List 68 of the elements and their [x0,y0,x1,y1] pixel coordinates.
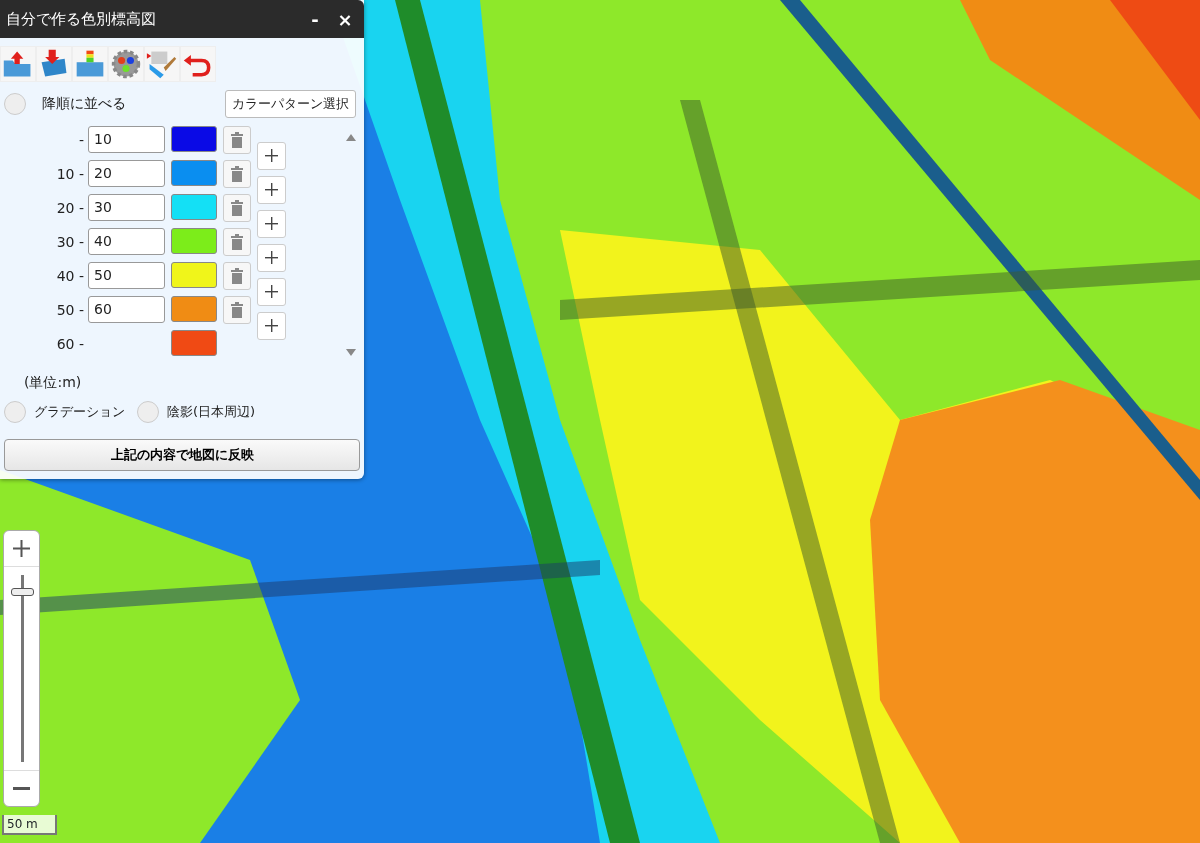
delete-button[interactable] [223,159,251,188]
sort-label: 降順に並べる [42,94,127,114]
plus-icon [265,217,278,230]
trash-icon [231,199,243,216]
window-title: 自分で作る色別標高図 [6,8,157,30]
minimize-button[interactable]: - [302,5,328,33]
color-gear-button[interactable] [108,46,144,82]
plus-icon [265,251,278,264]
color-swatch[interactable] [171,227,217,254]
plus-icon [13,540,30,557]
plus-icon [265,149,278,162]
color-swatch[interactable] [171,159,217,186]
color-swatch[interactable] [171,193,217,220]
color-swatch[interactable] [171,329,217,356]
scroll-down-icon [346,348,356,356]
add-button[interactable] [257,175,286,204]
color-box-button[interactable] [72,46,108,82]
undo-button[interactable] [180,46,216,82]
plus-icon [265,183,278,196]
delete-button[interactable] [223,125,251,154]
range-label: 40 - [55,266,85,286]
range-label: - [77,130,85,150]
trash-icon [231,267,243,284]
scroll-up-icon [346,133,356,141]
option-label: グラデーション [34,402,125,421]
add-button[interactable] [257,141,286,170]
scale-bar: 50 m [2,815,57,835]
trash-icon [231,165,243,182]
minus-icon [13,787,30,790]
range-input[interactable]: 60 [88,295,165,323]
range-input[interactable]: 50 [88,261,165,289]
color-swatch[interactable] [171,261,217,288]
delete-button[interactable] [223,193,251,222]
add-button[interactable] [257,243,286,272]
color-pattern-button[interactable]: カラーパターン選択 [225,90,356,118]
trash-icon [231,301,243,318]
trash-icon [231,233,243,250]
unit-label: (単位:m) [23,372,83,392]
range-input[interactable]: 20 [88,159,165,187]
range-label: 30 - [55,232,85,252]
add-button[interactable] [257,209,286,238]
plus-icon [265,285,278,298]
plus-icon [265,319,278,332]
option-radio[interactable] [4,400,26,423]
add-button[interactable] [257,277,286,306]
option-label: 陰影(日本周辺) [167,402,256,421]
paint-brush-button[interactable] [144,46,180,82]
range-label: 60 - [55,334,85,354]
slider-thumb[interactable] [11,587,34,596]
range-input[interactable]: 30 [88,193,165,221]
trash-icon [231,131,243,148]
delete-button[interactable] [223,227,251,256]
sort-radio[interactable] [4,92,26,115]
delete-button[interactable] [223,295,251,324]
color-swatch[interactable] [171,125,217,152]
close-button[interactable]: × [332,5,358,33]
delete-button[interactable] [223,261,251,290]
range-input[interactable]: 40 [88,227,165,255]
apply-button[interactable]: 上記の内容で地図に反映 [4,438,360,471]
range-label: 20 - [55,198,85,218]
range-label: 10 - [55,164,85,184]
option-radio[interactable] [137,400,159,423]
range-input[interactable]: 10 [88,125,165,153]
range-label: 50 - [55,300,85,320]
download-box-button[interactable] [36,46,72,82]
color-swatch[interactable] [171,295,217,322]
add-button[interactable] [257,311,286,340]
upload-folder-button[interactable] [0,46,36,82]
